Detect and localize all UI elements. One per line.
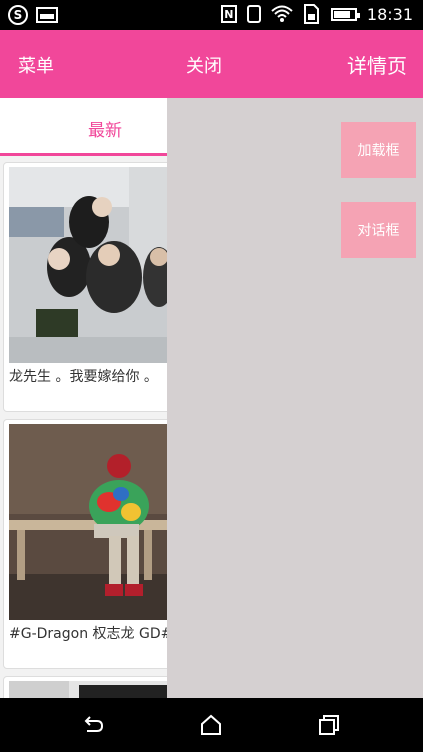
- feed-card[interactable]: #G-Dragon 权志龙 GD#: [3, 419, 167, 669]
- clock: 18:31: [366, 4, 413, 24]
- detail-page-button[interactable]: 详情页: [347, 50, 407, 79]
- loading-dialog-button[interactable]: 加载框: [341, 122, 416, 178]
- side-drawer: 加载框 对话框: [167, 98, 423, 698]
- s-app-icon: S: [8, 5, 28, 25]
- recents-icon[interactable]: [316, 712, 342, 738]
- dialog-button[interactable]: 对话框: [341, 202, 416, 258]
- nfc-icon: N: [220, 5, 237, 23]
- tab-latest[interactable]: 最新: [88, 116, 122, 141]
- image-notification-icon: [36, 7, 58, 23]
- app-bar: 菜单 关闭 详情页: [0, 30, 423, 98]
- feed-card[interactable]: 龙先生 。我要嫁给你 。: [3, 162, 167, 412]
- feed-card[interactable]: [3, 676, 167, 698]
- feed-caption: #G-Dragon 权志龙 GD#: [9, 626, 167, 642]
- feed-photo: [9, 167, 167, 363]
- status-bar: S N 18:31: [0, 0, 423, 30]
- feed-photo: [9, 424, 167, 620]
- menu-button[interactable]: 菜单: [18, 52, 54, 78]
- home-icon[interactable]: [198, 712, 224, 738]
- feed-caption: 龙先生 。我要嫁给你 。: [9, 369, 158, 385]
- feed-list[interactable]: 龙先生 。我要嫁给你 。 #G-Dragon 权志龙 GD#: [0, 156, 167, 698]
- wifi-icon: [271, 4, 293, 24]
- back-icon[interactable]: [80, 712, 106, 738]
- feed-photo: [9, 681, 167, 698]
- battery-icon: [330, 7, 360, 21]
- vibrate-icon: [246, 5, 261, 23]
- tab-bar: 最新: [0, 98, 167, 156]
- sim-icon: [303, 4, 321, 24]
- system-nav-bar: [0, 698, 423, 752]
- close-button[interactable]: 关闭: [186, 52, 222, 78]
